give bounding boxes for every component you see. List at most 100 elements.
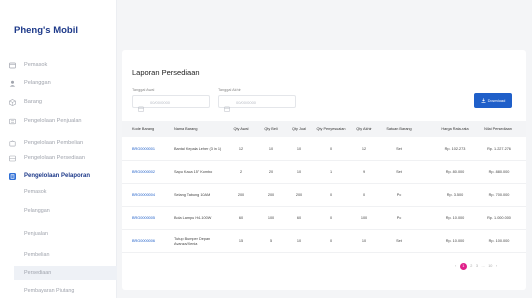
supplier-icon [9, 62, 16, 69]
inventory-icon [9, 155, 16, 162]
prev-page-button[interactable]: ‹ [455, 264, 456, 268]
table-cell: 0 [329, 147, 333, 152]
table-cell: Set [396, 239, 402, 244]
table-cell: 10 [361, 239, 367, 244]
pagination: ‹ 1 2 3 ... 10 › [455, 262, 501, 270]
column-header: Nama Barang [174, 126, 198, 131]
table-cell: 60 [296, 216, 302, 221]
table-cell: Set [396, 170, 402, 175]
subnav-item-persediaan[interactable]: Persediaan [14, 266, 117, 280]
table-cell: 60 [238, 216, 244, 221]
sidebar-item-pelanggan[interactable]: Pelanggan [0, 76, 117, 90]
table-cell: Tutup Bumper Depan Avanza/Xenia [174, 236, 211, 246]
download-button[interactable]: Download [474, 93, 512, 108]
sidebar-item-pengelolaan-pelaporan[interactable]: Pengelolaan Pelaporan [0, 169, 117, 183]
top-bar [117, 0, 532, 42]
subnav-item-pemasok[interactable]: Pemasok [24, 187, 46, 197]
table-cell: Rp. 80.000 [445, 170, 465, 175]
table-cell: 20 [268, 170, 274, 175]
end-date-label: Tanggal Akhir [218, 88, 241, 92]
table-cell: Rp. 10.000 [445, 239, 465, 244]
table-cell: 12 [361, 147, 367, 152]
sidebar-item-barang[interactable]: Barang [0, 95, 117, 109]
cart-icon [9, 140, 16, 147]
subnav-item-penjualan[interactable]: Penjualan [24, 229, 48, 239]
table-cell: 15 [238, 239, 244, 244]
table-cell: Rp. 3.500 [446, 193, 464, 198]
table-cell: Rp. 1.227.276 [487, 147, 511, 152]
start-date-input[interactable]: 00/00/0000 [132, 95, 210, 112]
table-cell: 2 [239, 170, 243, 175]
sidebar-item-label: Pengelolaan Pelaporan [24, 173, 91, 179]
subnav-item-pelanggan[interactable]: Pelanggan [24, 206, 50, 216]
item-code-link[interactable]: BRG0000002 [132, 161, 172, 184]
item-code-link[interactable]: BRG0000006 [132, 230, 172, 253]
table-cell: 100 [267, 216, 275, 221]
start-date-placeholder: 00/00/0000 [150, 100, 171, 105]
column-header: Qty Penyesuaian [316, 126, 346, 131]
table-cell: Bola Lampu H4-100W [174, 216, 212, 221]
sidebar-item-pengelolaan-pembelian[interactable]: Pengelolaan Pembelian [0, 136, 117, 150]
table-cell: 10 [268, 147, 274, 152]
sidebar-item-label: Pemasok [24, 62, 48, 68]
table-cell: 1 [329, 170, 333, 175]
next-page-button[interactable]: › [496, 264, 497, 268]
table-row: BRG0000001 Bantal Kepala Leher (3 in 1) … [122, 138, 526, 161]
table-cell: 0 [362, 193, 366, 198]
item-code-link[interactable]: BRG0000005 [132, 207, 172, 230]
sidebar-item-label: Pengelolaan Penjualan [24, 118, 82, 124]
app-brand: Pheng's Mobil [14, 25, 79, 36]
column-header: Qty Beli [264, 126, 278, 131]
report-card: Laporan Persediaan Tanggal Awal 00/00/00… [122, 50, 526, 290]
page-button-1[interactable]: 1 [459, 262, 467, 270]
page-button-2[interactable]: 2 [470, 264, 472, 268]
table-cell: 0 [329, 193, 333, 198]
table-cell: Rp. 880.000 [488, 170, 510, 175]
start-date-label: Tanggal Awal [132, 88, 155, 92]
sidebar-item-pemasok[interactable]: Pemasok [0, 58, 117, 72]
table-cell: 10 [296, 170, 302, 175]
table-row: BRG0000005 Bola Lampu H4-100W 60 100 60 … [122, 207, 526, 230]
table-cell: 5 [269, 239, 273, 244]
table-cell: 10 [296, 239, 302, 244]
column-header: Qty Awal [233, 126, 249, 131]
table-cell: Rp. 100.000 [488, 239, 510, 244]
table-cell: 200 [267, 193, 275, 198]
sidebar-item-label: Pelanggan [24, 80, 51, 86]
page-title: Laporan Persediaan [132, 68, 200, 77]
table-cell: 200 [237, 193, 245, 198]
table-row: BRG0000002 Sapu Kaca 15" Kombo 2 20 10 1… [122, 161, 526, 184]
page-button-3[interactable]: 3 [476, 264, 478, 268]
end-date-placeholder: 00/00/0000 [236, 100, 257, 105]
column-header: Qty Akhir [356, 126, 372, 131]
table-row: BRG0000004 Selang Tabung 10AM 200 200 20… [122, 184, 526, 207]
sidebar-item-pengelolaan-persediaan[interactable]: Pengelolaan Persediaan [0, 151, 117, 165]
box-icon [9, 98, 16, 106]
page-ellipsis: ... [481, 264, 485, 268]
sidebar-item-label: Pengelolaan Persediaan [24, 155, 85, 161]
item-code-link[interactable]: BRG0000004 [132, 184, 172, 207]
table-row: BRG0000006 Tutup Bumper Depan Avanza/Xen… [122, 230, 526, 253]
table-header: Kode Barang Nama Barang Qty Awal Qty Bel… [122, 121, 526, 137]
sidebar-item-pengelolaan-penjualan[interactable]: Pengelolaan Penjualan [0, 114, 117, 128]
table-cell: 200 [295, 193, 303, 198]
table-cell: 100 [360, 216, 368, 221]
sidebar: Pheng's Mobil Pemasok Pelanggan Barang P… [0, 0, 117, 298]
download-label: Download [487, 98, 506, 103]
table-cell: 12 [238, 147, 244, 152]
download-icon [481, 97, 486, 104]
item-code-link[interactable]: BRG0000001 [132, 138, 172, 161]
end-date-input[interactable]: 00/00/0000 [218, 95, 296, 112]
subnav-item-pembayaran-piutang[interactable]: Pembayaran Piutang [24, 286, 74, 296]
table-cell: Pc [396, 193, 402, 198]
table-cell: Rp. 10.000 [445, 216, 465, 221]
calendar-icon [224, 99, 230, 112]
table-cell: 10 [296, 147, 302, 152]
table-cell: 9 [362, 170, 366, 175]
page-button-10[interactable]: 10 [488, 264, 492, 268]
column-header: Harga Rata-rata [441, 126, 469, 131]
column-header: Nilai Persediaan [484, 126, 512, 131]
column-header: Satuan Barang [386, 126, 412, 131]
subnav-item-pembelian[interactable]: Pembelian [24, 250, 49, 260]
column-header: Kode Barang [132, 126, 155, 131]
